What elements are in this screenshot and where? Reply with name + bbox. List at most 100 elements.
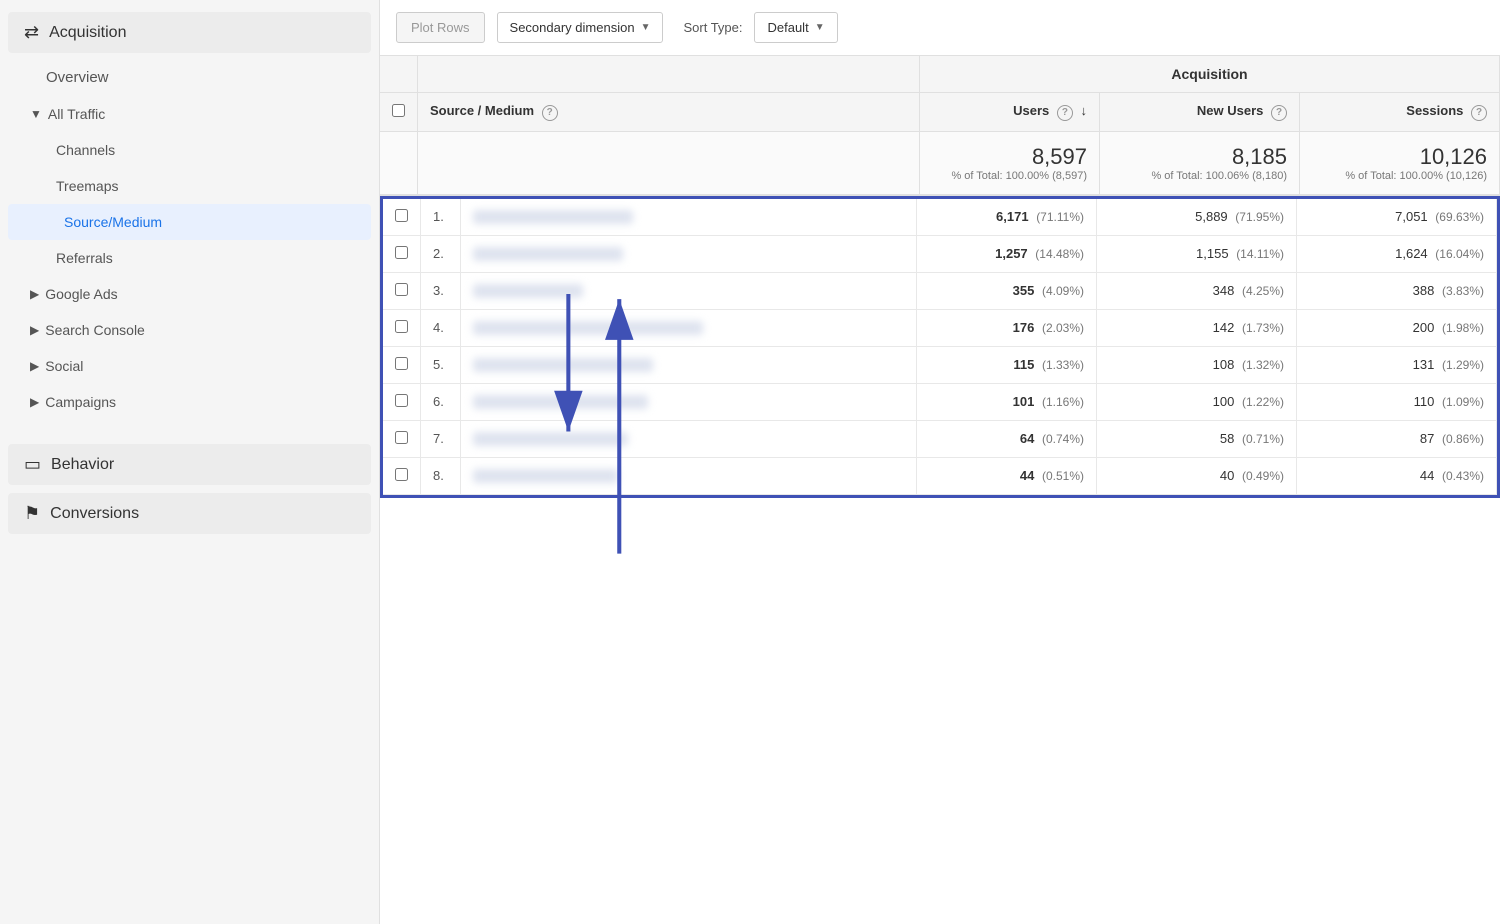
row-checkbox[interactable] <box>395 209 408 222</box>
row-users-cell: 355 (4.09%) <box>917 272 1097 309</box>
row-checkbox[interactable] <box>395 431 408 444</box>
chevron-down-icon-sort: ▼ <box>815 22 825 33</box>
users-help-icon[interactable]: ? <box>1057 105 1073 121</box>
row-number-cell: 7. <box>421 420 461 457</box>
row-checkbox[interactable] <box>395 357 408 370</box>
sidebar-item-conversions[interactable]: ⚑ Conversions <box>8 493 371 534</box>
totals-new-users-value: 8,185 <box>1112 144 1287 170</box>
header-source-col: Source / Medium ? <box>418 93 920 132</box>
sessions-header-label: Sessions <box>1406 103 1463 118</box>
select-all-checkbox[interactable] <box>392 104 405 117</box>
row-source-cell <box>461 272 917 309</box>
sidebar-item-referrals[interactable]: Referrals <box>0 240 379 276</box>
chevron-down-icon: ▼ <box>30 107 42 121</box>
row-checkbox[interactable] <box>395 320 408 333</box>
new-users-help-icon[interactable]: ? <box>1271 105 1287 121</box>
row-new-users-cell: 40 (0.49%) <box>1097 457 1297 494</box>
header-new-users-col: New Users ? <box>1100 93 1300 132</box>
row-sessions-value: 200 <box>1413 320 1435 335</box>
row-users-pct: (0.51%) <box>1042 469 1084 483</box>
row-sessions-cell: 1,624 (16.04%) <box>1297 235 1497 272</box>
row-new-users-value: 142 <box>1213 320 1235 335</box>
row-checkbox-cell <box>383 420 421 457</box>
row-checkbox-cell <box>383 383 421 420</box>
table-row: 5. 115 (1.33%) 108 (1.32%) 131 (1.29%) <box>383 346 1497 383</box>
row-sessions-pct: (1.98%) <box>1442 321 1484 335</box>
table-row: 2. 1,257 (14.48%) 1,155 (14.11%) 1,624 (… <box>383 235 1497 272</box>
sidebar-item-search-console[interactable]: ▶ Search Console <box>0 312 379 348</box>
sidebar-item-overview[interactable]: Overview <box>0 59 379 96</box>
row-new-users-pct: (0.49%) <box>1242 469 1284 483</box>
source-medium-help-icon[interactable]: ? <box>542 105 558 121</box>
header-sessions-col: Sessions ? <box>1300 93 1500 132</box>
row-checkbox[interactable] <box>395 246 408 259</box>
sidebar-channels-label: Channels <box>56 142 115 158</box>
row-source-cell <box>461 309 917 346</box>
row-new-users-pct: (1.22%) <box>1242 395 1284 409</box>
row-users-cell: 101 (1.16%) <box>917 383 1097 420</box>
sidebar-item-google-ads[interactable]: ▶ Google Ads <box>0 276 379 312</box>
row-users-pct: (1.33%) <box>1042 358 1084 372</box>
secondary-dimension-dropdown[interactable]: Secondary dimension ▼ <box>497 12 664 43</box>
row-new-users-cell: 5,889 (71.95%) <box>1097 199 1297 236</box>
header-users-col: Users ? ↓ <box>920 93 1100 132</box>
blurred-source-text <box>473 284 583 298</box>
row-new-users-cell: 58 (0.71%) <box>1097 420 1297 457</box>
blurred-source-text <box>473 432 628 446</box>
row-number-cell: 4. <box>421 309 461 346</box>
sort-arrow-icon: ↓ <box>1081 103 1088 118</box>
table-row: 3. 355 (4.09%) 348 (4.25%) 388 (3.83%) <box>383 272 1497 309</box>
row-checkbox[interactable] <box>395 283 408 296</box>
row-sessions-pct: (0.86%) <box>1442 432 1484 446</box>
row-new-users-value: 100 <box>1213 394 1235 409</box>
sidebar-item-campaigns[interactable]: ▶ Campaigns <box>0 384 379 420</box>
row-number-cell: 3. <box>421 272 461 309</box>
row-users-cell: 176 (2.03%) <box>917 309 1097 346</box>
totals-sessions-cell: 10,126 % of Total: 100.00% (10,126) <box>1300 131 1500 195</box>
blurred-source-text <box>473 395 648 409</box>
sort-type-dropdown[interactable]: Default ▼ <box>754 12 837 43</box>
chevron-right-icon-campaigns: ▶ <box>30 395 39 409</box>
row-sessions-pct: (1.29%) <box>1442 358 1484 372</box>
sort-default-label: Default <box>767 20 808 35</box>
row-new-users-cell: 1,155 (14.11%) <box>1097 235 1297 272</box>
row-new-users-cell: 348 (4.25%) <box>1097 272 1297 309</box>
sidebar-item-treemaps[interactable]: Treemaps <box>0 168 379 204</box>
plot-rows-button[interactable]: Plot Rows <box>396 12 485 43</box>
sidebar-item-all-traffic[interactable]: ▼ All Traffic <box>0 96 379 132</box>
row-sessions-value: 1,624 <box>1395 246 1428 261</box>
row-sessions-value: 131 <box>1413 357 1435 372</box>
row-source-cell <box>461 346 917 383</box>
highlighted-data-section: 1. 6,171 (71.11%) 5,889 (71.95%) 7,051 (… <box>380 196 1500 498</box>
totals-users-value: 8,597 <box>932 144 1087 170</box>
row-users-pct: (4.09%) <box>1042 284 1084 298</box>
sidebar-item-channels[interactable]: Channels <box>0 132 379 168</box>
header-check-col <box>380 93 418 132</box>
sessions-help-icon[interactable]: ? <box>1471 105 1487 121</box>
row-new-users-pct: (0.71%) <box>1242 432 1284 446</box>
row-sessions-pct: (3.83%) <box>1442 284 1484 298</box>
row-users-pct: (2.03%) <box>1042 321 1084 335</box>
blurred-source-text <box>473 321 703 335</box>
blurred-source-text <box>473 358 653 372</box>
sidebar-item-social[interactable]: ▶ Social <box>0 348 379 384</box>
sidebar-item-source-medium[interactable]: Source/Medium <box>8 204 371 240</box>
row-checkbox[interactable] <box>395 394 408 407</box>
row-new-users-cell: 108 (1.32%) <box>1097 346 1297 383</box>
blurred-source-text <box>473 210 633 224</box>
sidebar-treemaps-label: Treemaps <box>56 178 119 194</box>
sidebar-item-behavior[interactable]: ▭ Behavior <box>8 444 371 485</box>
table-row: 6. 101 (1.16%) 100 (1.22%) 110 (1.09%) <box>383 383 1497 420</box>
sidebar-campaigns-label: Campaigns <box>45 394 116 410</box>
row-source-cell <box>461 383 917 420</box>
totals-sessions-value: 10,126 <box>1312 144 1487 170</box>
sidebar-all-traffic-label: All Traffic <box>48 106 105 122</box>
chevron-right-icon-sc: ▶ <box>30 323 39 337</box>
row-checkbox[interactable] <box>395 468 408 481</box>
row-new-users-value: 58 <box>1220 431 1234 446</box>
sidebar-item-acquisition[interactable]: ⇄ Acquisition <box>8 12 371 53</box>
sidebar-social-label: Social <box>45 358 83 374</box>
chevron-right-icon-social: ▶ <box>30 359 39 373</box>
users-header-label: Users <box>1013 103 1049 118</box>
row-source-cell <box>461 420 917 457</box>
